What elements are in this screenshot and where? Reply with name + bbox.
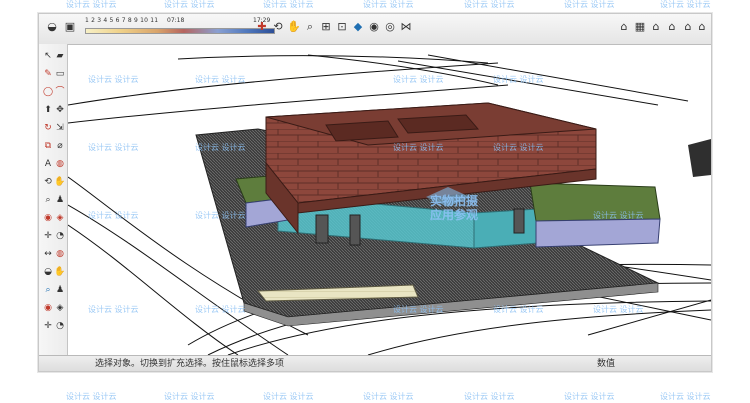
arc-icon[interactable]: ⌒ [54,86,66,98]
left-toolbar: ↖ ▰ ✎ ▭ ◯ ⌒ ⬆ ✥ ↻ ⇲ ⧉ ⌀ A ◍ ⟲ ✋ ⌕ ♟ ◉ ◈ … [39,44,68,371]
watermark-text: 设计云 设计云 [195,143,246,152]
sketchup-window: ◒ ▣ 1 2 3 4 5 6 7 8 9 10 11 12 07:18 17:… [38,13,712,372]
adjacent-building [688,139,711,177]
protractor-icon[interactable]: ◔ [54,230,66,242]
back-view-icon[interactable]: ⌂ [681,20,695,34]
push-pull-icon[interactable]: ⬆ [42,104,54,116]
walk-icon[interactable]: ♟ [54,284,66,296]
watermark-text: 设计云 设计云 [88,305,139,314]
watermark-text: 设计云 设计云 [263,392,314,401]
top-toolbar: ◒ ▣ 1 2 3 4 5 6 7 8 9 10 11 12 07:18 17:… [39,14,711,45]
shadow-time-ticks: 1 2 3 4 5 6 7 8 9 10 11 12 [85,17,159,24]
zoom-icon[interactable]: ⌕ [42,194,54,206]
protractor-icon[interactable]: ◔ [54,320,66,332]
section-plane-icon[interactable]: ◈ [54,302,66,314]
select-icon[interactable]: ▣ [63,20,77,34]
dimension-icon[interactable]: ↔ [42,248,54,260]
look-around-icon[interactable]: ◉ [42,302,54,314]
right-view-icon[interactable]: ⌂ [665,20,679,34]
watermark-text: 设计云 设计云 [493,305,544,314]
watermark-text: 设计云 设计云 [393,305,444,314]
pan-icon[interactable]: ✋ [54,266,66,278]
watermark-text: 设计云 设计云 [263,0,314,9]
pillar [315,214,329,244]
watermark-text: 设计云 设计云 [393,75,444,84]
watermark-center: 实物拍摄 [430,194,479,208]
watermark-text: 设计云 设计云 [88,143,139,152]
iso-view-icon[interactable]: ⌂ [617,20,631,34]
shadow-time-mid-value: 07:18 [167,17,185,24]
orbit-icon[interactable]: ◒ [42,266,54,278]
watermark-text: 设计云 设计云 [66,0,117,9]
status-bar: 选择对象。切换到扩充选择。按住鼠标选择多项 数值 [39,355,711,371]
watermark-text: 设计云 设计云 [493,75,544,84]
rectangle-icon[interactable]: ▭ [54,68,66,80]
orbit-icon[interactable]: ⟲ [42,176,54,188]
axes-icon[interactable]: ✛ [42,230,54,242]
look-around-icon[interactable]: ◉ [367,20,381,34]
watermark-text: 设计云 设计云 [195,305,246,314]
left-view-icon[interactable]: ⌂ [695,20,709,34]
select-icon[interactable]: ↖ [42,50,54,62]
watermark-text: 设计云 设计云 [393,143,444,152]
zoom-extents-icon[interactable]: ⊡ [335,20,349,34]
watermark-text: 设计云 设计云 [195,75,246,84]
pillar [513,208,525,234]
side-block-right [535,218,661,248]
watermark-text: 设计云 设计云 [493,143,544,152]
axes-icon[interactable]: ✛ [42,320,54,332]
watermark-text: 设计云 设计云 [660,0,711,9]
watermark-text: 设计云 设计云 [564,392,615,401]
watermark-text: 设计云 设计云 [593,211,644,220]
scale-icon[interactable]: ⇲ [54,122,66,134]
roof-courtyard-left [325,120,399,142]
watermark-text: 设计云 设计云 [564,0,615,9]
look-around-icon[interactable]: ◉ [42,212,54,224]
paint-bucket-icon[interactable]: ◍ [54,158,66,170]
3d-viewport[interactable]: 实物拍摄 应用参观 设计云 设计云 设计云 设计云 设计云 设计云 设计云 设计… [68,45,711,355]
footprint-icon[interactable]: ⋈ [399,20,413,34]
status-message: 选择对象。切换到扩充选择。按住鼠标选择多项 [95,359,285,369]
watermark-text: 设计云 设计云 [464,392,515,401]
eraser-icon[interactable]: ▰ [54,50,66,62]
watermark-text: 设计云 设计云 [363,0,414,9]
paint-bucket-icon[interactable]: ◍ [54,248,66,260]
watermark-text: 设计云 设计云 [363,392,414,401]
text-icon[interactable]: A [42,158,54,170]
watermark-text: 设计云 设计云 [164,392,215,401]
watermark-text: 设计云 设计云 [195,211,246,220]
pan-icon[interactable]: ✋ [54,176,66,188]
pan-icon[interactable]: ✋ [287,20,301,34]
front-view-icon[interactable]: ⌂ [649,20,663,34]
watermark-center: 应用参观 [430,208,479,222]
offset-icon[interactable]: ⧉ [42,140,54,152]
orbit-icon[interactable]: ⟲ [271,20,285,34]
orbit-icon[interactable]: ◒ [45,20,59,34]
watermark-text: 设计云 设计云 [66,392,117,401]
zoom-icon[interactable]: ⌕ [303,20,317,34]
watermark-text: 设计云 设计云 [464,0,515,9]
move-icon[interactable]: ✥ [54,104,66,116]
tape-measure-icon[interactable]: ⌀ [54,140,66,152]
watermark-text: 设计云 设计云 [593,305,644,314]
paint-icon[interactable]: ✚ [255,20,269,34]
watermark-text: 设计云 设计云 [88,75,139,84]
pencil-icon[interactable]: ✎ [42,68,54,80]
shadow-time-slider[interactable] [85,28,275,34]
rotate-icon[interactable]: ↻ [42,122,54,134]
top-view-icon[interactable]: ▦ [633,20,647,34]
watermark-text: 设计云 设计云 [660,392,711,401]
walk-icon[interactable]: ◆ [351,20,365,34]
circle-icon[interactable]: ◯ [42,86,54,98]
walk-icon[interactable]: ♟ [54,194,66,206]
zoom-window-icon[interactable]: ⊞ [319,20,333,34]
shadow-time-ruler[interactable]: 1 2 3 4 5 6 7 8 9 10 11 12 07:18 17:29 [85,16,275,40]
watermark-text: 设计云 设计云 [88,211,139,220]
position-camera-icon[interactable]: ◎ [383,20,397,34]
zoom-icon[interactable]: ⌕ [42,284,54,296]
pillar [349,214,361,246]
section-plane-icon[interactable]: ◈ [54,212,66,224]
measurements-label: 数值 [597,359,616,369]
watermark-text: 设计云 设计云 [164,0,215,9]
